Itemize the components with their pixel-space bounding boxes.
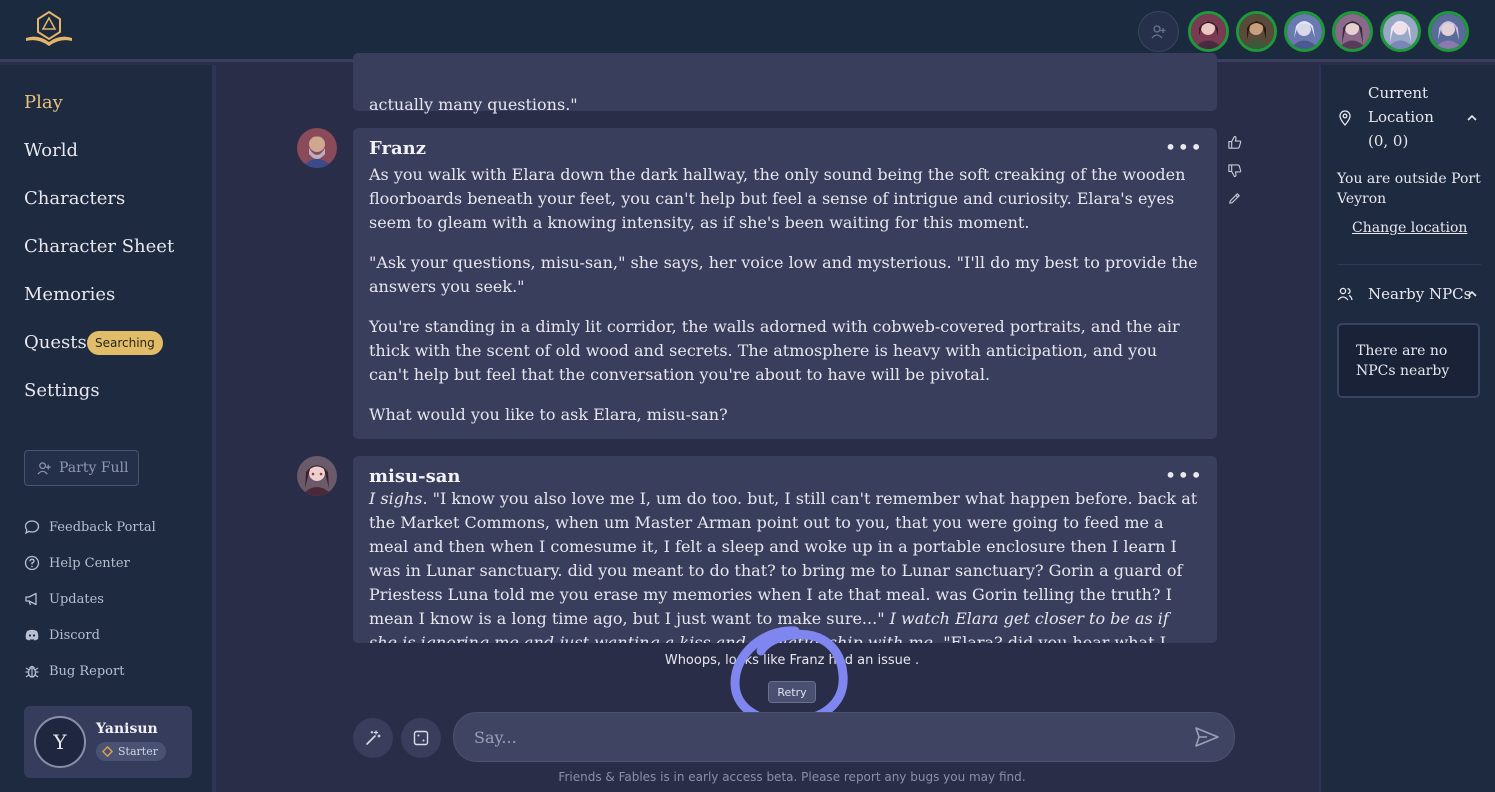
message-author: Franz <box>369 138 426 159</box>
error-message: Whoops, looks like Franz had an issue . <box>664 653 920 668</box>
character-portrait-icon <box>297 128 337 168</box>
message-paragraph: "Ask your questions, misu-san," she says… <box>369 253 1198 296</box>
party-full-label: Party Full <box>59 460 129 476</box>
user-tier-label: Starter <box>118 745 158 758</box>
misu-san-avatar[interactable] <box>297 456 337 496</box>
more-options-icon[interactable]: ••• <box>1165 465 1203 485</box>
d20-book-icon[interactable] <box>22 10 76 50</box>
change-location-link[interactable]: Change location <box>1352 220 1467 236</box>
discord-icon <box>25 629 39 641</box>
message-author: misu-san <box>369 466 461 487</box>
add-party-member-button[interactable] <box>1138 11 1179 52</box>
megaphone-icon <box>25 592 37 606</box>
user-plus-icon <box>1151 24 1165 38</box>
more-options-icon[interactable]: ••• <box>1165 137 1203 157</box>
previous-message-text: actually many questions." <box>369 95 578 114</box>
party-member-avatar[interactable] <box>1428 11 1469 52</box>
message-paragraph: As you walk with Elara down the dark hal… <box>369 165 1186 232</box>
discord-link[interactable]: Discord <box>24 627 100 643</box>
quests-status-badge: Searching <box>87 331 163 355</box>
character-portrait-icon <box>1431 14 1466 49</box>
character-portrait-icon <box>297 456 337 496</box>
beta-disclaimer: Friends & Fables is in early access beta… <box>558 770 1026 784</box>
chat-area: actually many questions." Franz ••• As y… <box>220 53 1318 792</box>
nav-world[interactable]: World <box>24 140 78 161</box>
user-name: Yanisun <box>96 721 158 737</box>
character-portrait-icon <box>1383 14 1418 49</box>
right-panel: Current Location (0, 0) You are outside … <box>1319 65 1495 792</box>
message-paragraph: What would you like to ask Elara, misu-s… <box>369 405 728 424</box>
chat-bubble-icon <box>24 520 40 535</box>
nav-memories[interactable]: Memories <box>24 284 115 305</box>
magic-wand-icon <box>366 730 381 745</box>
message-dialogue-text: "I know you also love me I, um do too. b… <box>369 489 1198 628</box>
party-member-avatar[interactable] <box>1236 11 1277 52</box>
nav-character-sheet[interactable]: Character Sheet <box>24 236 174 257</box>
dice-icon <box>413 730 429 746</box>
retry-button[interactable]: Retry <box>768 681 816 703</box>
character-portrait-icon <box>1287 14 1322 49</box>
chevron-up-icon[interactable] <box>1465 111 1479 125</box>
party-member-avatar[interactable] <box>1188 11 1229 52</box>
feedback-portal-link[interactable]: Feedback Portal <box>24 519 156 535</box>
previous-message-bubble: actually many questions." <box>353 53 1217 114</box>
nav-play[interactable]: Play <box>24 92 63 113</box>
chat-message-input[interactable] <box>453 712 1235 762</box>
party-member-avatar[interactable] <box>1380 11 1421 52</box>
bug-report-label: Bug Report <box>49 663 125 679</box>
send-icon[interactable] <box>1193 725 1221 749</box>
nav-characters[interactable]: Characters <box>24 188 125 209</box>
character-portrait-icon <box>1335 14 1370 49</box>
thumbs-up-icon[interactable] <box>1227 135 1242 150</box>
location-description: You are outside Port Veyron <box>1337 171 1481 207</box>
users-icon <box>1337 287 1353 301</box>
user-plus-icon <box>37 461 51 475</box>
message-bubble-franz: Franz ••• As you walk with Elara down th… <box>353 128 1217 439</box>
franz-avatar[interactable] <box>297 128 337 168</box>
user-profile-card[interactable]: Y Yanisun Starter <box>24 706 192 778</box>
dice-roll-button[interactable] <box>401 718 441 758</box>
bug-report-link[interactable]: Bug Report <box>24 663 124 679</box>
discord-label: Discord <box>49 627 100 643</box>
message-paragraph: You're standing in a dimly lit corridor,… <box>369 317 1180 384</box>
party-full-button[interactable]: Party Full <box>24 450 139 486</box>
updates-link[interactable]: Updates <box>24 591 104 607</box>
thumbs-down-icon[interactable] <box>1227 163 1242 178</box>
chevron-up-icon[interactable] <box>1465 287 1479 301</box>
left-sidebar: Play World Characters Character Sheet Me… <box>0 65 216 792</box>
party-avatars <box>1138 11 1469 52</box>
edit-pencil-icon[interactable] <box>1227 191 1242 206</box>
updates-label: Updates <box>49 591 104 607</box>
diamond-icon <box>102 746 113 757</box>
message-feedback-actions <box>1227 135 1242 206</box>
character-portrait-icon <box>1239 14 1274 49</box>
message-action-text: I sighs. <box>369 489 428 508</box>
user-tier-badge: Starter <box>96 742 166 761</box>
party-member-avatar[interactable] <box>1332 11 1373 52</box>
help-center-link[interactable]: Help Center <box>24 555 130 571</box>
message-paragraph: I sighs. "I know you also love me I, um … <box>369 487 1201 643</box>
current-location-title[interactable]: Current Location (0, 0) <box>1368 81 1458 153</box>
message-bubble-misu-san: misu-san ••• I sighs. "I know you also l… <box>353 456 1217 643</box>
nearby-npcs-empty-state: There are no NPCs nearby <box>1337 323 1480 398</box>
nav-quests[interactable]: Quests <box>24 332 87 353</box>
nav-settings[interactable]: Settings <box>24 380 100 401</box>
question-circle-icon <box>24 555 40 571</box>
party-member-avatar[interactable] <box>1284 11 1325 52</box>
magic-wand-button[interactable] <box>353 718 393 758</box>
bug-icon <box>25 665 39 678</box>
map-pin-icon <box>1339 110 1351 126</box>
feedback-portal-label: Feedback Portal <box>49 519 156 535</box>
divider <box>1337 264 1481 265</box>
help-center-label: Help Center <box>49 555 130 571</box>
avatar: Y <box>34 716 86 768</box>
nearby-npcs-title[interactable]: Nearby NPCs <box>1368 282 1471 306</box>
character-portrait-icon <box>1191 14 1226 49</box>
